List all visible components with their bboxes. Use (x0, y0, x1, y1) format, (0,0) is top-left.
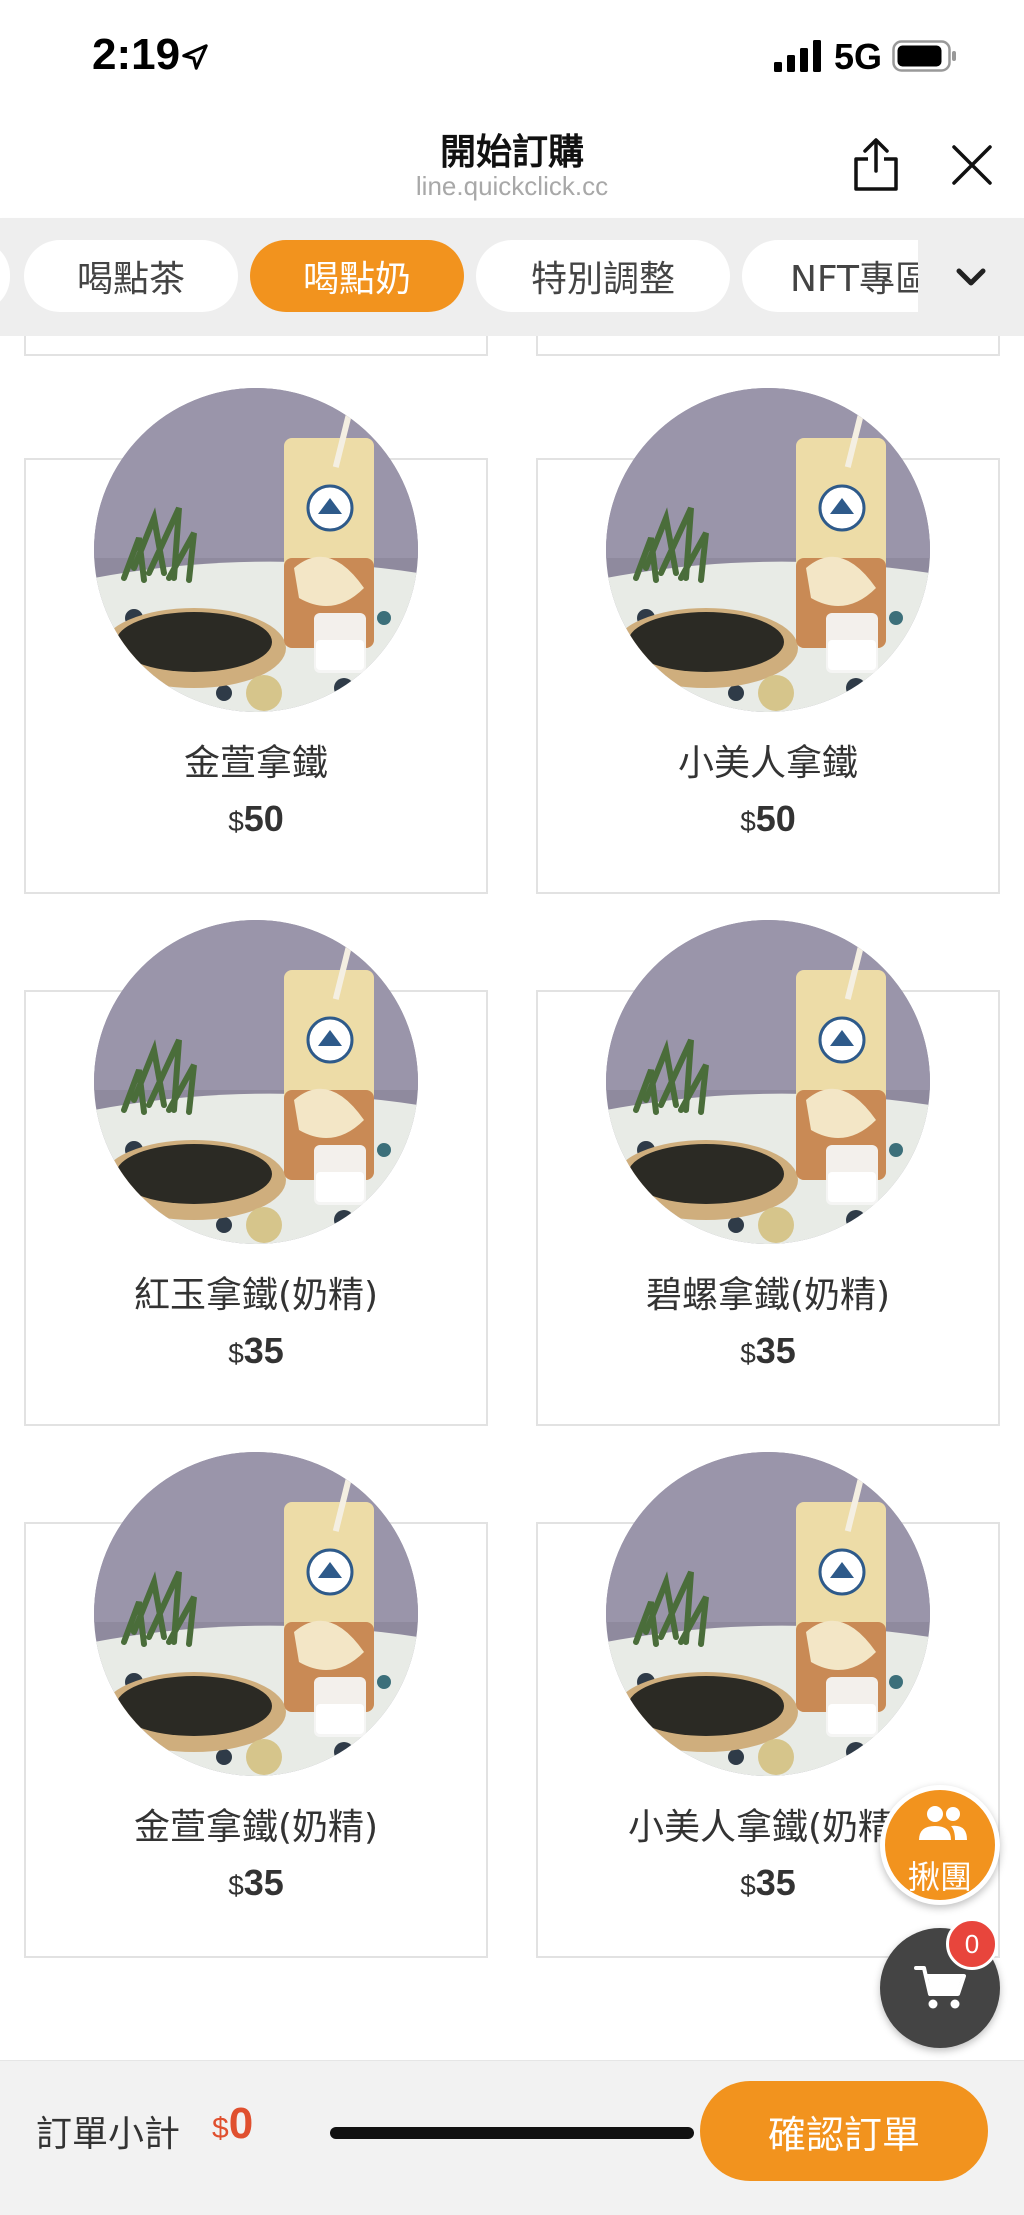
tab-tea[interactable]: 喝點茶 (24, 240, 238, 312)
status-time: 2:19 (92, 30, 181, 79)
signal-bars-icon (774, 40, 821, 72)
product-image (606, 1452, 930, 1776)
product-price: $35 (740, 1330, 796, 1371)
product-price: $50 (228, 798, 284, 839)
status-bar: 2:19 5G (0, 0, 1024, 105)
product-card[interactable]: 碧螺拿鐵(奶精) $35 (536, 990, 1000, 1426)
subtotal-amount: $0 (212, 2099, 254, 2148)
product-image (94, 388, 418, 712)
group-order-button[interactable]: 揪團 (880, 1785, 1000, 1905)
product-image (606, 920, 930, 1244)
product-image (94, 1452, 418, 1776)
product-price: $35 (228, 1330, 284, 1371)
cart-icon (914, 1966, 966, 2009)
tab-special-adjust[interactable]: 特別調整 (476, 240, 730, 312)
close-icon[interactable] (948, 141, 996, 189)
previous-card-edge (24, 336, 488, 356)
product-grid: 金萱拿鐵 $50 小美人拿鐵 $50 紅玉拿鐵(奶精) $35 碧螺拿鐵(奶精)… (0, 336, 1024, 2056)
share-icon[interactable] (850, 137, 902, 193)
page-header: 開始訂購 line.quickclick.cc (0, 105, 1024, 218)
product-image (606, 388, 930, 712)
product-name: 金萱拿鐵(奶精) (133, 1807, 379, 1848)
product-price: $35 (228, 1862, 284, 1903)
tabs-more-button[interactable] (918, 218, 1024, 336)
confirm-order-button[interactable]: 確認訂單 (700, 2081, 988, 2181)
subtotal-label: 訂單小計 (36, 2114, 181, 2155)
tab-partial[interactable] (0, 240, 10, 312)
product-card[interactable]: 紅玉拿鐵(奶精) $35 (24, 990, 488, 1426)
product-card[interactable]: 金萱拿鐵 $50 (24, 458, 488, 894)
product-name: 小美人拿鐵 (677, 743, 858, 784)
product-card[interactable]: 金萱拿鐵(奶精) $35 (24, 1522, 488, 1958)
product-name: 金萱拿鐵 (183, 743, 328, 784)
home-indicator[interactable] (330, 2127, 694, 2139)
category-tabs: 喝點茶 喝點奶 特別調整 NFT專區 (0, 218, 1024, 336)
chevron-down-icon (956, 268, 986, 286)
cart-count-badge: 0 (946, 1918, 998, 1970)
people-icon (919, 1806, 967, 1840)
product-price: $50 (740, 798, 796, 839)
network-label: 5G (834, 36, 883, 77)
location-arrow-icon (182, 44, 208, 70)
product-name: 碧螺拿鐵(奶精) (645, 1275, 891, 1316)
previous-card-edge (536, 336, 1000, 356)
product-image (94, 920, 418, 1244)
tab-milk[interactable]: 喝點奶 (250, 240, 464, 312)
product-card[interactable]: 小美人拿鐵 $50 (536, 458, 1000, 894)
product-name: 紅玉拿鐵(奶精) (133, 1275, 379, 1316)
battery-icon (892, 40, 956, 72)
group-order-label: 揪團 (907, 1858, 972, 1896)
